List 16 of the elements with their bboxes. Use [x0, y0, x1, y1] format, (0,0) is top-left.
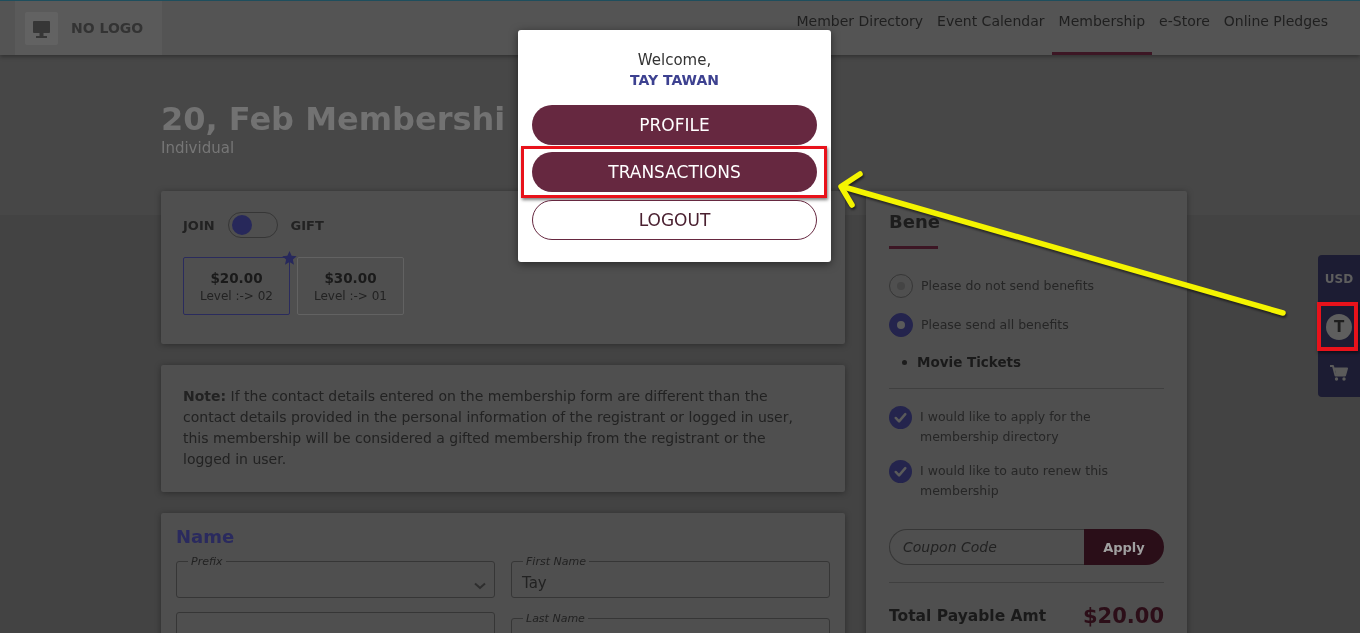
greeting-text: Welcome, [636, 50, 713, 70]
currency-button[interactable]: USD [1318, 255, 1360, 303]
menu-button[interactable]: PROFILE [532, 105, 817, 145]
total-amount: $20.00 [1082, 604, 1164, 628]
bullet-icon [902, 359, 907, 365]
menu-button[interactable]: LOGOUT [532, 200, 817, 240]
checkbox[interactable] [889, 460, 912, 483]
monitor-icon [25, 11, 58, 45]
avatar-button[interactable]: T [1326, 314, 1352, 340]
checkbox[interactable] [889, 406, 912, 429]
menu-button[interactable]: TRANSACTIONS [532, 152, 817, 192]
user-name: TAY TAWAN [629, 71, 720, 90]
cart-icon[interactable] [1330, 365, 1348, 381]
apply-button[interactable]: Apply [1084, 529, 1164, 565]
chevron-down-icon [474, 582, 486, 590]
radio-button[interactable] [889, 313, 913, 337]
